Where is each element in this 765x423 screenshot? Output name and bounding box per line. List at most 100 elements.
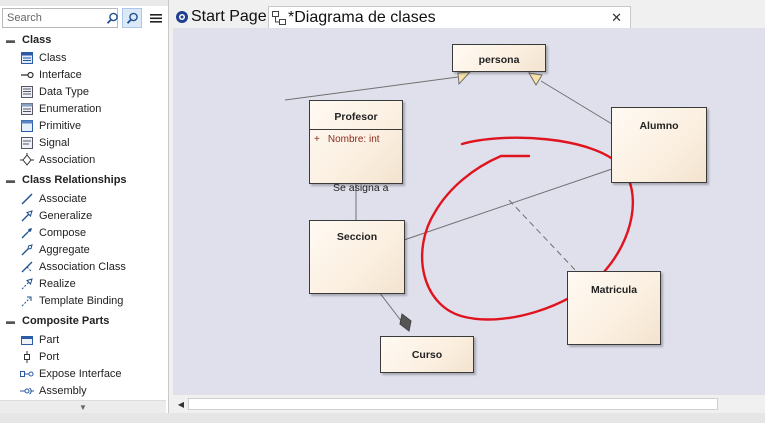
- class-name: Seccion: [336, 231, 378, 243]
- tool-label: Class: [39, 52, 67, 64]
- composition-diamond: [399, 313, 412, 332]
- toolbox-group-composite-parts[interactable]: ▬ Composite Parts: [0, 313, 166, 329]
- class-diagram-icon: [272, 10, 286, 25]
- signal-icon: [20, 136, 34, 150]
- tool-primitive[interactable]: Primitive: [0, 118, 166, 134]
- tab-label: *Diagrama de clases: [288, 8, 436, 26]
- scroll-left-icon[interactable]: ◀: [175, 398, 187, 410]
- close-tab-icon[interactable]: ✕: [611, 10, 622, 26]
- class-attribute[interactable]: + Nombre: int: [314, 134, 380, 145]
- toolbox-title-bar: [0, 0, 168, 6]
- tool-association-class[interactable]: Association Class: [0, 259, 166, 275]
- tab-diagrama-de-clases[interactable]: *Diagrama de clases ✕: [268, 6, 631, 28]
- primitive-icon: [20, 119, 34, 133]
- diagram-canvas[interactable]: Se asigna a persona Profesor + Nombre: in…: [173, 28, 765, 395]
- realize-icon: [20, 277, 34, 291]
- toolbox-scroll-down-icon[interactable]: ▼: [0, 400, 166, 413]
- enumeration-icon: [20, 102, 34, 116]
- tool-signal[interactable]: Signal: [0, 135, 166, 151]
- generalization-arrowhead: [528, 72, 543, 86]
- tool-label: Association: [39, 154, 96, 166]
- tool-label: Compose: [39, 227, 87, 239]
- class-persona[interactable]: persona: [452, 44, 546, 72]
- toolbox-search-row: [2, 8, 166, 30]
- hamburger-menu-icon[interactable]: [146, 8, 166, 28]
- class-icon: [20, 51, 34, 65]
- tool-label: Association Class: [39, 261, 126, 273]
- tool-label: Aggregate: [39, 244, 90, 256]
- tool-label: Port: [39, 351, 60, 363]
- tab-start-page[interactable]: Start Page: [172, 6, 267, 28]
- generalization-arrowhead: [457, 71, 472, 86]
- tool-generalize[interactable]: Generalize: [0, 208, 166, 224]
- group-title: Class: [22, 34, 52, 46]
- tool-enumeration[interactable]: Enumeration: [0, 101, 166, 117]
- attribute-visibility: +: [314, 134, 320, 145]
- tool-label: Data Type: [39, 86, 89, 98]
- find-toolbox-item-button[interactable]: [122, 8, 142, 28]
- start-page-icon: [175, 10, 189, 24]
- tool-interface[interactable]: Interface: [0, 67, 166, 83]
- assembly-icon: [20, 384, 34, 398]
- association-class-link-matricula[interactable]: [508, 199, 579, 274]
- data-type-icon: [20, 85, 34, 99]
- class-name: Alumno: [639, 120, 679, 132]
- tool-label: Realize: [39, 278, 76, 290]
- expose-interface-icon: [20, 367, 34, 381]
- association-seccion-alumno[interactable]: [403, 168, 613, 241]
- generalization-profesor-persona[interactable]: [284, 76, 459, 101]
- document-tab-bar: Start Page *Diagrama de clases ✕: [171, 6, 765, 28]
- class-seccion[interactable]: Seccion: [309, 220, 405, 294]
- tool-association[interactable]: Association: [0, 152, 166, 168]
- tool-data-type[interactable]: Data Type: [0, 84, 166, 100]
- port-icon: [20, 350, 34, 364]
- class-name: Matricula: [590, 284, 638, 296]
- status-strip: [0, 413, 765, 423]
- tool-label: Enumeration: [39, 103, 102, 115]
- tool-part[interactable]: Part: [0, 332, 166, 348]
- generalization-alumno-persona[interactable]: [540, 80, 613, 125]
- search-icon[interactable]: [102, 8, 122, 28]
- toolbox-group-class[interactable]: ▬ Class: [0, 32, 166, 48]
- tool-compose[interactable]: Compose: [0, 225, 166, 241]
- class-curso[interactable]: Curso: [380, 336, 474, 373]
- compose-icon: [20, 226, 34, 240]
- tool-template-binding[interactable]: Template Binding: [0, 293, 166, 309]
- tool-label: Associate: [39, 193, 87, 205]
- class-name: Curso: [411, 349, 443, 361]
- group-title: Composite Parts: [22, 315, 110, 327]
- class-compartment-divider: [310, 129, 402, 130]
- composition-seccion-curso[interactable]: [378, 291, 403, 323]
- tool-label: Template Binding: [39, 295, 124, 307]
- tool-realize[interactable]: Realize: [0, 276, 166, 292]
- tool-label: Expose Interface: [39, 368, 122, 380]
- attribute-text: Nombre: int: [327, 134, 380, 145]
- collapse-icon[interactable]: ▬: [6, 175, 15, 185]
- collapse-icon[interactable]: ▬: [6, 35, 15, 45]
- association-class-icon: [20, 260, 34, 274]
- class-name: persona: [478, 54, 520, 66]
- tool-aggregate[interactable]: Aggregate: [0, 242, 166, 258]
- collapse-icon[interactable]: ▬: [6, 316, 15, 326]
- tool-assembly[interactable]: Assembly: [0, 383, 166, 399]
- class-matricula[interactable]: Matricula: [567, 271, 661, 345]
- scrollbar-track[interactable]: [188, 398, 718, 410]
- class-profesor[interactable]: Profesor + Nombre: int: [309, 100, 403, 184]
- tool-expose-interface[interactable]: Expose Interface: [0, 366, 166, 382]
- group-title: Class Relationships: [22, 174, 127, 186]
- tool-label: Part: [39, 334, 60, 346]
- part-icon: [20, 333, 34, 347]
- toolbox-panel: ▬ Class Class Interface Data Type Enumer…: [0, 0, 169, 423]
- tool-associate[interactable]: Associate: [0, 191, 166, 207]
- tool-class[interactable]: Class: [0, 50, 166, 66]
- association-icon: [20, 153, 34, 167]
- toolbox-group-class-relationships[interactable]: ▬ Class Relationships: [0, 172, 166, 188]
- horizontal-scrollbar[interactable]: ◀: [173, 395, 765, 413]
- tool-label: Assembly: [39, 385, 87, 397]
- tool-port[interactable]: Port: [0, 349, 166, 365]
- generalize-icon: [20, 209, 34, 223]
- class-alumno[interactable]: Alumno: [611, 107, 707, 183]
- toolbox-search-input[interactable]: [2, 8, 118, 28]
- tool-label: Primitive: [39, 120, 82, 132]
- associate-icon: [20, 192, 34, 206]
